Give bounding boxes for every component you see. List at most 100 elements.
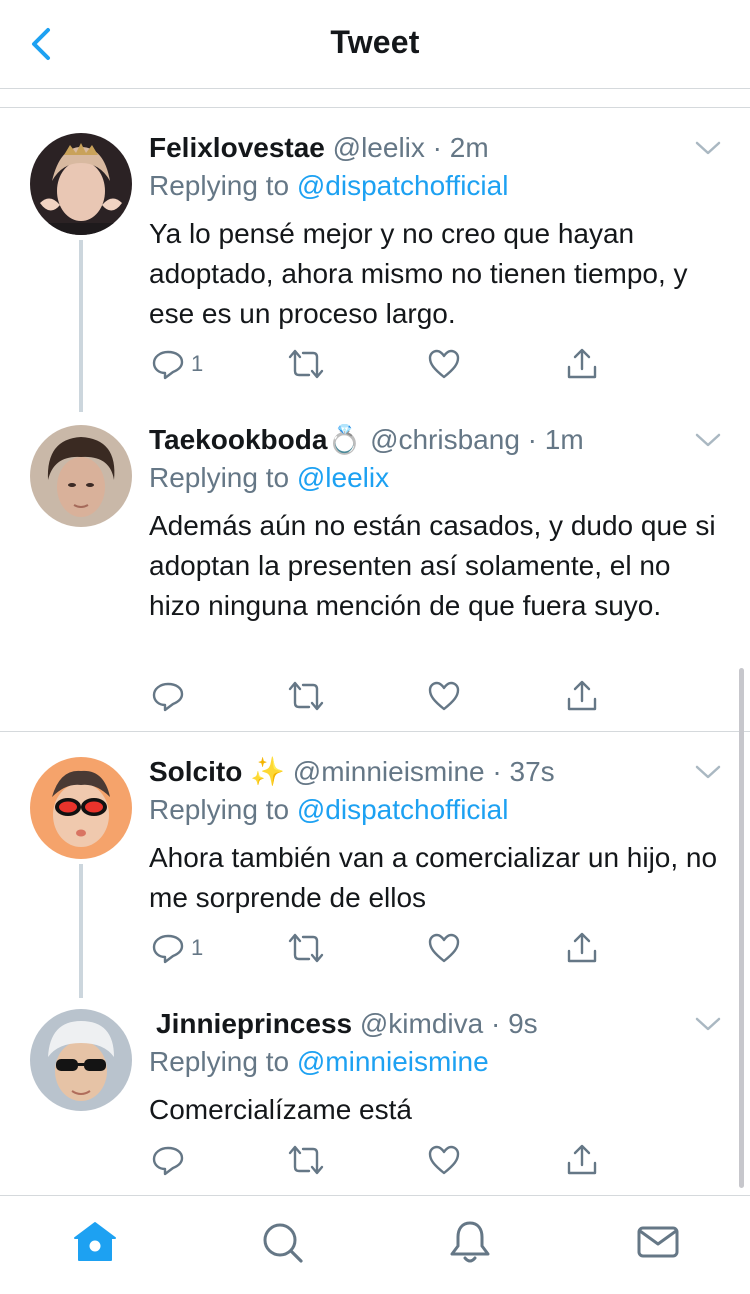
divider (0, 107, 750, 108)
tweet-text: Ahora también van a comercializar un hij… (149, 842, 718, 913)
timestamp: 2m (449, 132, 489, 163)
display-name[interactable]: Solcito (149, 756, 242, 787)
chevron-down-icon[interactable] (694, 1014, 722, 1034)
replying-prefix: Replying to (149, 462, 290, 493)
tweet-actions (149, 1142, 619, 1182)
reply-icon (152, 682, 184, 712)
user-handle[interactable]: @chrisbang (370, 424, 520, 455)
retweet-icon (288, 933, 324, 963)
like-button[interactable] (427, 1142, 461, 1178)
retweet-button[interactable] (287, 1142, 325, 1178)
like-icon (428, 933, 460, 963)
reply-count: 1 (191, 935, 204, 960)
reply-icon (152, 934, 184, 964)
retweet-button[interactable] (287, 346, 325, 382)
share-button[interactable] (565, 346, 599, 382)
tab-messages[interactable] (634, 1218, 682, 1266)
mention-link[interactable]: @dispatchofficial (297, 170, 509, 201)
divider (0, 731, 750, 732)
like-button[interactable] (427, 346, 461, 382)
replying-prefix: Replying to (149, 170, 290, 201)
replying-prefix: Replying to (149, 794, 290, 825)
share-icon (567, 348, 597, 379)
notifications-icon (450, 1221, 490, 1263)
reply-count: 1 (191, 351, 204, 376)
reply-button[interactable]: 1 (151, 930, 203, 966)
thread-connector (79, 864, 83, 998)
like-icon (428, 1145, 460, 1175)
reply-button[interactable] (151, 1142, 191, 1178)
replying-to: Replying to @dispatchofficial (149, 168, 508, 204)
mention-link[interactable]: @dispatchofficial (297, 794, 509, 825)
sparkles-emoji: ✨ (250, 756, 285, 787)
retweet-icon (288, 681, 324, 711)
replying-to: Replying to @dispatchofficial (149, 792, 508, 828)
share-icon (567, 932, 597, 963)
share-icon (567, 680, 597, 711)
share-icon (567, 1144, 597, 1175)
tweet-card[interactable]: Jinnieprincess @kimdiva · 9s Replying to… (0, 1006, 750, 1186)
avatar[interactable] (30, 133, 132, 235)
home-icon (74, 1222, 116, 1261)
replying-to: Replying to @minnieismine (149, 1044, 489, 1080)
chevron-down-icon[interactable] (694, 430, 722, 450)
share-button[interactable] (565, 930, 599, 966)
like-button[interactable] (427, 930, 461, 966)
retweet-button[interactable] (287, 930, 325, 966)
replying-to: Replying to @leelix (149, 460, 389, 496)
thread-connector (79, 240, 83, 412)
tweet-actions: 1 (149, 346, 619, 386)
like-button[interactable] (427, 678, 461, 714)
like-icon (428, 681, 460, 711)
tweet-actions: 1 (149, 930, 619, 970)
tweet-header: Solcito ✨ @minnieismine · 37s (149, 754, 555, 790)
page-title: Tweet (330, 24, 420, 60)
reply-button[interactable]: 1 (151, 346, 203, 382)
mention-link[interactable]: @leelix (297, 462, 389, 493)
tweet-card[interactable]: Felixlovestae @leelix · 2m Replying to @… (0, 130, 750, 412)
avatar[interactable] (30, 757, 132, 859)
share-button[interactable] (565, 678, 599, 714)
tweet-header: Felixlovestae @leelix · 2m (149, 130, 489, 166)
reply-icon (152, 1146, 184, 1176)
search-icon (263, 1223, 303, 1263)
avatar[interactable] (30, 425, 132, 527)
bottom-tab-bar (0, 1196, 750, 1294)
dot-separator: · (483, 1008, 509, 1039)
tweet-header: Jinnieprincess @kimdiva · 9s (156, 1006, 538, 1042)
timestamp: 37s (509, 756, 555, 787)
display-name[interactable]: Jinnieprincess (156, 1008, 352, 1039)
display-name[interactable]: Felixlovestae (149, 132, 325, 163)
timestamp: 9s (508, 1008, 538, 1039)
retweet-icon (288, 1145, 324, 1175)
timestamp: 1m (544, 424, 584, 455)
avatar[interactable] (30, 1009, 132, 1111)
messages-icon (637, 1226, 679, 1258)
reply-button[interactable] (151, 678, 191, 714)
tweet-card[interactable]: Solcito ✨ @minnieismine · 37s Replying t… (0, 754, 750, 998)
tab-notifications[interactable] (446, 1218, 494, 1266)
user-handle[interactable]: @leelix (333, 132, 425, 163)
tab-search[interactable] (258, 1218, 306, 1266)
tweet-actions (149, 678, 619, 718)
tweet-text: Además aún no están casados, y dudo que … (149, 510, 716, 621)
chevron-down-icon[interactable] (694, 762, 722, 782)
dot-separator: · (519, 424, 545, 455)
replying-prefix: Replying to (149, 1046, 290, 1077)
like-icon (428, 349, 460, 379)
display-name[interactable]: Taekookboda (149, 424, 327, 455)
tweet-text: Ya lo pensé mejor y no creo que hayan ad… (149, 218, 688, 329)
ring-emoji: 💍 (327, 424, 363, 455)
share-button[interactable] (565, 1142, 599, 1178)
retweet-button[interactable] (287, 678, 325, 714)
user-handle[interactable]: @minnieismine (293, 756, 485, 787)
mention-link[interactable]: @minnieismine (297, 1046, 489, 1077)
reply-icon (152, 350, 184, 380)
user-handle[interactable]: @kimdiva (360, 1008, 483, 1039)
retweet-icon (288, 349, 324, 379)
top-nav-bar: Tweet (0, 0, 750, 89)
tab-home[interactable] (71, 1218, 119, 1266)
tweet-card[interactable]: Taekookboda💍 @chrisbang · 1m Replying to… (0, 422, 750, 722)
scrollbar[interactable] (739, 668, 744, 1188)
chevron-down-icon[interactable] (694, 138, 722, 158)
